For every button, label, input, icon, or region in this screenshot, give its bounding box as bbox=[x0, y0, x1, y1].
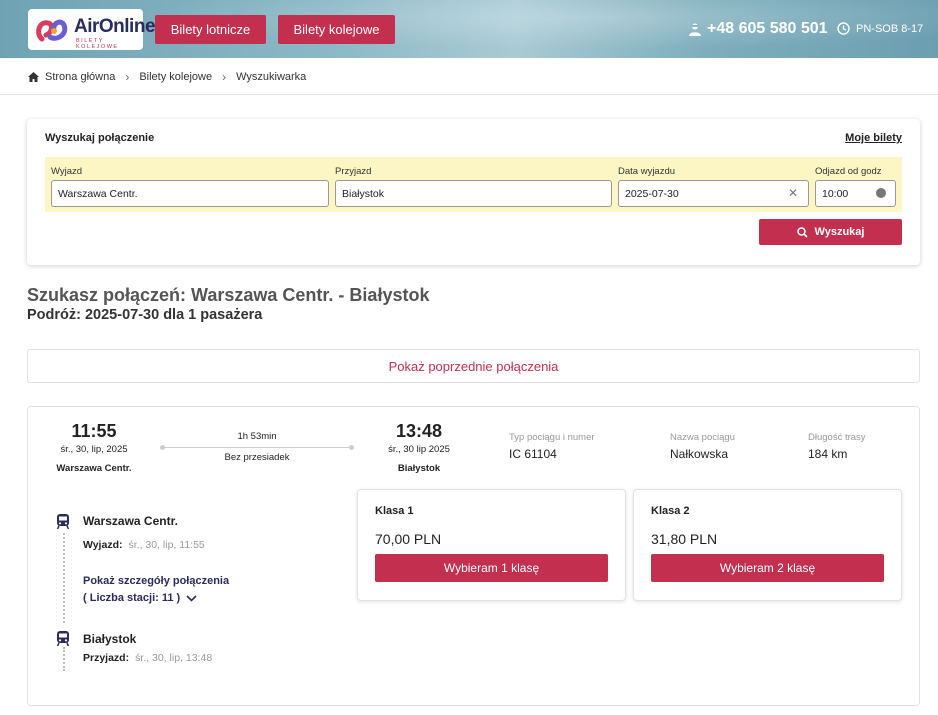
my-tickets-link[interactable]: Moje bilety bbox=[845, 132, 902, 144]
duration: 1h 53min bbox=[237, 431, 277, 442]
chevron-down-icon bbox=[186, 595, 197, 602]
timeline-arrival: Przyjazd: śr., 30, lip, 13:48 bbox=[83, 652, 212, 664]
logo-name: AirOnline bbox=[74, 16, 156, 37]
select-class-2-button[interactable]: Wybieram 2 klasę bbox=[651, 554, 884, 582]
arrival-time: 13:48 bbox=[395, 421, 443, 441]
results-title: Szukasz połączeń: Warszawa Centr. - Biał… bbox=[27, 285, 430, 305]
opening-hours: PN-SOB 8-17 bbox=[837, 22, 923, 35]
clock-icon bbox=[837, 22, 850, 35]
nav-trains-button[interactable]: Bilety kolejowe bbox=[278, 15, 395, 44]
breadcrumb-home[interactable]: Strona główna bbox=[45, 71, 115, 83]
search-icon bbox=[796, 226, 808, 238]
from-input[interactable] bbox=[51, 180, 329, 207]
clear-icon[interactable]: ✕ bbox=[788, 187, 798, 199]
stations-count: ( Liczba stacji: 11 ) bbox=[83, 592, 181, 604]
class-price: 70,00 PLN bbox=[375, 531, 442, 547]
show-details-toggle[interactable]: Pokaż szczegóły połączenia ( Liczba stac… bbox=[83, 573, 229, 607]
to-label: Przyjazd bbox=[335, 166, 372, 177]
hours-text: PN-SOB 8-17 bbox=[856, 22, 924, 35]
train-icon bbox=[56, 631, 70, 646]
class-price: 31,80 PLN bbox=[651, 531, 718, 547]
support-agent-icon bbox=[689, 23, 701, 36]
route-length-label: Długość trasy bbox=[808, 432, 866, 443]
class-name: Klasa 2 bbox=[651, 505, 690, 517]
departure-value: śr., 30, lip, 11:55 bbox=[128, 539, 205, 551]
train-name: Nałkowska bbox=[670, 447, 729, 461]
breadcrumb: Strona główna › Bilety kolejowe › Wyszuk… bbox=[28, 70, 306, 84]
nav-flights-button[interactable]: Bilety lotnicze bbox=[155, 15, 266, 44]
timeline-line bbox=[63, 533, 65, 623]
logo[interactable]: AirOnline BILETY KOLEJOWE bbox=[28, 9, 156, 50]
search-panel: Wyszukaj połączenie Moje bilety Wyjazd P… bbox=[27, 119, 920, 265]
phone-number: +48 605 580 501 bbox=[707, 20, 828, 37]
date-input[interactable] bbox=[618, 180, 809, 207]
timeline-departure: Wyjazd: śr., 30, lip, 11:55 bbox=[83, 539, 205, 551]
class-2-card: Klasa 2 31,80 PLN Wybieram 2 klasę bbox=[633, 489, 902, 601]
changes: Bez przesiadek bbox=[224, 452, 290, 463]
departure-date: śr., 30, lip, 2025 bbox=[60, 444, 128, 455]
phone-contact[interactable]: +48 605 580 501 bbox=[688, 20, 828, 38]
departure-time: 11:55 bbox=[71, 421, 117, 441]
timeline-arrival-station: Białystok bbox=[83, 632, 137, 646]
results-subtitle: Podróż: 2025-07-30 dla 1 pasażera bbox=[27, 307, 263, 323]
connection-card: 11:55 śr., 30, lip, 2025 Warszawa Centr.… bbox=[27, 406, 920, 706]
from-label: Wyjazd bbox=[51, 166, 83, 177]
breadcrumb-trains[interactable]: Bilety kolejowe bbox=[139, 71, 212, 83]
train-icon bbox=[56, 514, 70, 529]
train-name-label: Nazwa pociągu bbox=[670, 432, 735, 443]
chevron-right-icon: › bbox=[222, 70, 227, 84]
previous-connections-button[interactable]: Pokaż poprzednie połączenia bbox=[27, 349, 920, 383]
arrival-value: śr., 30, lip, 13:48 bbox=[135, 652, 213, 664]
train-type: IC 61104 bbox=[509, 447, 557, 461]
arrival-station: Białystok bbox=[397, 463, 441, 474]
site-header: AirOnline BILETY KOLEJOWE Bilety lotnicz… bbox=[0, 0, 938, 58]
timeline-line bbox=[63, 647, 65, 671]
to-input[interactable] bbox=[335, 180, 612, 207]
arrival-label: Przyjazd: bbox=[83, 652, 130, 664]
home-icon bbox=[28, 72, 39, 82]
logo-subtitle: BILETY KOLEJOWE bbox=[76, 38, 119, 50]
departure-label: Wyjazd: bbox=[83, 539, 123, 551]
logo-mark-icon bbox=[36, 19, 68, 42]
search-button-label: Wyszukaj bbox=[814, 226, 865, 238]
train-type-label: Typ pociągu i numer bbox=[509, 432, 595, 443]
departure-station: Warszawa Centr. bbox=[56, 463, 132, 474]
class-1-card: Klasa 1 70,00 PLN Wybieram 1 klasę bbox=[357, 489, 626, 601]
select-class-1-button[interactable]: Wybieram 1 klasę bbox=[375, 554, 608, 582]
breadcrumb-search: Wyszukiwarka bbox=[236, 71, 307, 83]
time-label: Odjazd od godz bbox=[815, 166, 882, 177]
date-label: Data wyjazdu bbox=[618, 166, 676, 177]
search-button[interactable]: Wyszukaj bbox=[759, 219, 902, 245]
chevron-right-icon: › bbox=[125, 70, 130, 84]
timeline-departure-station: Warszawa Centr. bbox=[83, 514, 178, 528]
route-line bbox=[160, 445, 354, 450]
search-fields: Wyjazd Przyjazd Data wyjazdu ✕ Odjazd od… bbox=[45, 157, 902, 212]
search-title: Wyszukaj połączenie bbox=[45, 132, 155, 144]
show-details-label: Pokaż szczegóły połączenia bbox=[83, 575, 230, 587]
class-name: Klasa 1 bbox=[375, 505, 414, 517]
time-picker-icon[interactable] bbox=[876, 188, 886, 200]
route-length: 184 km bbox=[808, 447, 848, 461]
arrival-date: śr., 30 lip 2025 bbox=[388, 444, 450, 455]
divider bbox=[0, 94, 938, 95]
